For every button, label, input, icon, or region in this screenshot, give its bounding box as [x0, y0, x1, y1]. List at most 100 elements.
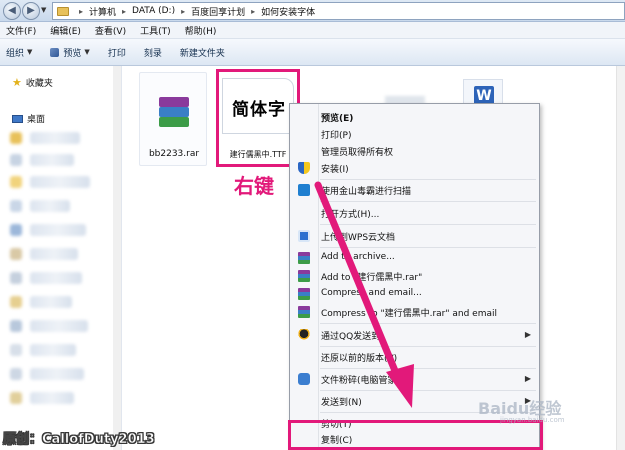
ctx-preview[interactable]: 预览(E)	[290, 108, 539, 126]
baidu-watermark-url: jingyan.baidu.com	[500, 416, 565, 424]
submenu-arrow-icon: ▶	[524, 374, 531, 383]
preview-label: 预览	[63, 48, 82, 59]
blurred-nav-item	[30, 176, 90, 188]
ctx-restore-versions[interactable]: 还原以前的版本(V)	[290, 348, 539, 366]
blurred-icon	[10, 392, 22, 404]
back-button[interactable]: ◀	[3, 2, 21, 20]
ctx-shred[interactable]: 文件粉碎(电脑管家) ▶	[290, 370, 539, 388]
menu-help[interactable]: 帮助(H)	[185, 24, 217, 37]
nav-desktop-label: 桌面	[27, 115, 46, 125]
ctx-print[interactable]: 打印(P)	[290, 125, 539, 143]
folder-icon	[57, 6, 69, 16]
organize-label: 组织	[6, 48, 25, 59]
breadcrumb-separator: ▸	[79, 6, 84, 16]
star-icon: ★	[12, 76, 22, 89]
rar-band	[159, 117, 189, 127]
breadcrumb-computer[interactable]: 计算机	[89, 5, 116, 18]
blurred-nav-item	[30, 272, 82, 284]
blurred-nav-item	[30, 132, 80, 144]
blurred-nav-item	[30, 154, 74, 166]
winrar-icon	[298, 306, 310, 318]
file-name: bb2233.rar	[148, 149, 200, 159]
blurred-nav-item	[30, 248, 78, 260]
recent-pages-dropdown-icon[interactable]: ▼	[41, 6, 46, 14]
breadcrumb-folder[interactable]: 百度回享计划	[191, 5, 245, 18]
content-scrollbar[interactable]	[616, 66, 625, 450]
winrar-icon	[298, 288, 310, 300]
breadcrumb-separator: ▸	[251, 6, 256, 16]
blurred-icon	[10, 320, 22, 332]
blurred-icon	[10, 154, 22, 166]
ctx-add-to-rar[interactable]: Add to "建行儒黑中.rar"	[290, 267, 539, 285]
qq-icon	[298, 329, 310, 341]
ctx-jinshan-scan[interactable]: 使用金山毒霸进行扫描	[290, 181, 539, 199]
font-preview-text: 简体字	[232, 100, 286, 120]
ctx-install[interactable]: 安装(I)	[290, 159, 539, 177]
rar-band	[159, 97, 189, 107]
chevron-down-icon: ▼	[27, 48, 33, 56]
preview-icon	[50, 47, 60, 57]
breadcrumb-separator: ▸	[122, 6, 127, 16]
author-watermark: 原创：CallofDuty2013	[3, 432, 155, 448]
nav-favorites-label: 收藏夹	[25, 79, 53, 89]
menu-separator	[320, 224, 536, 225]
organize-button[interactable]: 组织 ▼	[6, 46, 32, 59]
menu-file[interactable]: 文件(F)	[6, 24, 36, 37]
winrar-icon	[298, 252, 310, 264]
menu-separator	[320, 368, 536, 369]
winrar-archive-icon	[159, 97, 189, 127]
ctx-open-with[interactable]: 打开方式(H)...	[290, 204, 539, 222]
blurred-nav-item	[30, 200, 70, 212]
ctx-upload-wps[interactable]: 上传到WPS云文档	[290, 227, 539, 245]
menu-separator	[320, 201, 536, 202]
menu-separator	[320, 390, 536, 391]
blurred-icon	[10, 224, 22, 236]
nav-favorites[interactable]: ★ 收藏夹	[12, 76, 53, 89]
menu-view[interactable]: 查看(V)	[95, 24, 126, 37]
print-button[interactable]: 打印	[108, 46, 126, 59]
back-arrow-icon: ◀	[8, 5, 16, 16]
menu-tools[interactable]: 工具(T)	[140, 24, 171, 37]
ctx-label: 发送到(N)	[321, 398, 362, 408]
ctx-compress-email[interactable]: Compress and email...	[290, 285, 539, 303]
address-bar: ◀ ▶ ▼ ▸ 计算机 ▸ DATA (D:) ▸ 百度回享计划 ▸ 如何安装字…	[0, 0, 625, 22]
ctx-compress-to-rar-email[interactable]: Compress to "建行儒黑中.rar" and email	[290, 303, 539, 321]
ctx-add-archive[interactable]: Add to archive...	[290, 249, 539, 267]
menu-separator	[320, 247, 536, 248]
ctx-send-qq[interactable]: 通过QQ发送到 ▶	[290, 326, 539, 344]
ctx-label: Compress and email...	[321, 288, 422, 298]
jinshan-icon	[298, 184, 310, 196]
command-bar: 组织 ▼ 预览 ▼ 打印 刻录 新建文件夹	[0, 39, 625, 66]
nav-desktop[interactable]: 桌面	[12, 112, 45, 125]
ctx-label: 预览(E)	[321, 114, 354, 124]
ctx-label: 打开方式(H)...	[321, 210, 380, 220]
new-folder-button[interactable]: 新建文件夹	[180, 46, 225, 59]
blurred-icon	[10, 296, 22, 308]
blurred-icon	[10, 344, 22, 356]
preview-button[interactable]: 预览 ▼	[50, 46, 90, 59]
ctx-label: Add to "建行儒黑中.rar"	[321, 273, 423, 283]
breadcrumb-drive[interactable]: DATA (D:)	[132, 6, 175, 16]
ctx-label: 管理员取得所有权	[321, 148, 394, 158]
breadcrumb[interactable]: ▸ 计算机 ▸ DATA (D:) ▸ 百度回享计划 ▸ 如何安装字体	[52, 2, 625, 20]
forward-arrow-icon: ▶	[27, 5, 35, 16]
burn-button[interactable]: 刻录	[144, 46, 162, 59]
forward-button[interactable]: ▶	[22, 2, 40, 20]
blurred-icon	[10, 200, 22, 212]
winrar-icon	[298, 270, 310, 282]
file-item-rar[interactable]: bb2233.rar	[139, 72, 207, 166]
menu-edit[interactable]: 编辑(E)	[50, 24, 81, 37]
ctx-label: 安装(I)	[321, 165, 349, 175]
file-item-font[interactable]: 简体字 建行儒黑中.TTF	[216, 69, 300, 167]
blurred-nav-item	[30, 320, 88, 332]
ctx-label: Add to archive...	[321, 252, 395, 262]
breadcrumb-current[interactable]: 如何安装字体	[261, 5, 315, 18]
blurred-icon	[10, 368, 22, 380]
ctx-take-ownership[interactable]: 管理员取得所有权	[290, 142, 539, 160]
chevron-down-icon: ▼	[84, 48, 90, 56]
desktop-icon	[12, 114, 23, 123]
submenu-arrow-icon: ▶	[524, 330, 531, 339]
menu-bar: 文件(F) 编辑(E) 查看(V) 工具(T) 帮助(H)	[0, 22, 625, 39]
ctx-label: 上传到WPS云文档	[321, 233, 396, 243]
sidebar-scrollbar[interactable]	[113, 66, 121, 450]
